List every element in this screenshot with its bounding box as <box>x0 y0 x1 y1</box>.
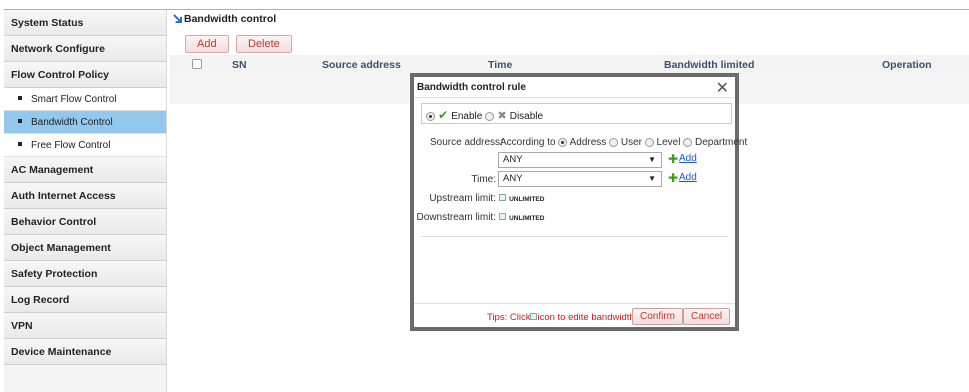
add-time-link[interactable]: Add <box>679 172 697 183</box>
time-select-value: ANY <box>503 173 523 184</box>
divider <box>414 303 735 304</box>
downstream-value-text: UNLIMITED <box>509 215 545 222</box>
nav-sub-label: Free Flow Control <box>31 140 111 151</box>
department-option-label: Department <box>695 137 748 148</box>
upstream-limit-value[interactable]: UNLIMITED <box>499 192 544 204</box>
nav-network-configure[interactable]: Network Configure <box>4 36 166 62</box>
chevron-down-icon: ▼ <box>648 174 656 183</box>
dialog-title: Bandwidth control rule <box>417 82 526 93</box>
divider <box>421 236 728 237</box>
according-to-group: According to Address User Level Departme… <box>500 137 747 148</box>
address-radio[interactable] <box>558 137 568 147</box>
source-select-value: ANY <box>503 154 523 165</box>
add-source-link[interactable]: Add <box>679 153 697 164</box>
nav-object-management[interactable]: Object Management <box>4 235 166 261</box>
bullet-icon <box>18 96 22 101</box>
add-button[interactable]: Add <box>185 35 229 53</box>
user-option-label: User <box>620 137 642 148</box>
according-to-label: According to <box>500 137 556 148</box>
divider <box>414 97 735 98</box>
nav-vpn[interactable]: VPN <box>4 313 166 339</box>
col-source-address: Source address <box>322 59 401 71</box>
enable-toggle-group: ✔ Enable ✖ Disable <box>421 103 732 124</box>
tips-suffix: icon to edite bandwidth <box>537 312 635 323</box>
nav-device-maintenance[interactable]: Device Maintenance <box>4 339 166 365</box>
nav-log-record[interactable]: Log Record <box>4 287 166 313</box>
upstream-limit-label: Upstream limit: <box>429 193 496 204</box>
arrow-down-right-icon <box>173 14 182 23</box>
downstream-limit-value[interactable]: UNLIMITED <box>499 211 544 223</box>
breadcrumb-label: Bandwidth control <box>184 13 277 25</box>
bandwidth-rule-dialog: Bandwidth control rule ✕ ✔ Enable ✖ Disa… <box>410 73 747 331</box>
level-radio[interactable] <box>644 137 654 147</box>
nav-bandwidth-control[interactable]: Bandwidth Control <box>4 111 166 134</box>
col-bandwidth-limited: Bandwidth limited <box>664 59 755 71</box>
cancel-button[interactable]: Cancel <box>683 308 731 325</box>
confirm-button[interactable]: Confirm <box>632 308 684 325</box>
nav-smart-flow-control[interactable]: Smart Flow Control <box>4 88 166 111</box>
breadcrumb: Bandwidth control <box>173 13 276 25</box>
col-sn: SN <box>232 59 247 71</box>
user-radio[interactable] <box>609 137 619 147</box>
nav-sub-label: Smart Flow Control <box>31 94 117 105</box>
nav-free-flow-control[interactable]: Free Flow Control <box>4 134 166 157</box>
level-option-label: Level <box>656 137 681 148</box>
edit-icon <box>499 194 506 201</box>
x-icon: ✖ <box>497 110 507 122</box>
table-header: SN Source address Time Bandwidth limited… <box>170 55 969 74</box>
time-label: Time: <box>471 174 496 185</box>
select-all-checkbox[interactable] <box>192 59 202 69</box>
add-plus-icon: ✚ <box>668 152 679 166</box>
close-icon[interactable]: ✕ <box>716 78 729 98</box>
nav-system-status[interactable]: System Status <box>4 10 166 36</box>
sidebar: System Status Network Configure Flow Con… <box>4 10 167 392</box>
nav-auth-internet-access[interactable]: Auth Internet Access <box>4 183 166 209</box>
tips-prefix: Tips: Click <box>487 312 531 323</box>
nav-behavior-control[interactable]: Behavior Control <box>4 209 166 235</box>
bullet-icon <box>18 142 22 147</box>
nav-sub-label: Bandwidth Control <box>31 117 113 128</box>
tips-text: Tips: Click icon to edite bandwidth <box>487 312 635 323</box>
enable-radio[interactable] <box>426 111 435 121</box>
check-icon: ✔ <box>438 108 449 122</box>
source-address-label: Source address: <box>430 137 503 148</box>
nav-ac-management[interactable]: AC Management <box>4 157 166 183</box>
edit-icon <box>499 213 506 220</box>
add-plus-icon: ✚ <box>668 171 679 185</box>
delete-button[interactable]: Delete <box>236 35 292 53</box>
nav-safety-protection[interactable]: Safety Protection <box>4 261 166 287</box>
col-time: Time <box>488 59 513 71</box>
upstream-value-text: UNLIMITED <box>509 196 545 203</box>
address-option-label: Address <box>569 137 607 148</box>
time-select[interactable]: ANY ▼ <box>498 171 662 187</box>
col-operation: Operation <box>882 59 932 71</box>
nav-flow-control-policy[interactable]: Flow Control Policy <box>4 62 166 88</box>
enable-label: Enable <box>451 111 483 122</box>
source-address-select[interactable]: ANY ▼ <box>498 152 662 168</box>
bullet-icon <box>18 119 22 124</box>
downstream-limit-label: Downstream limit: <box>416 212 496 223</box>
disable-radio[interactable] <box>485 111 495 121</box>
chevron-down-icon: ▼ <box>648 155 656 164</box>
disable-label: Disable <box>509 111 544 122</box>
department-radio[interactable] <box>683 137 693 147</box>
